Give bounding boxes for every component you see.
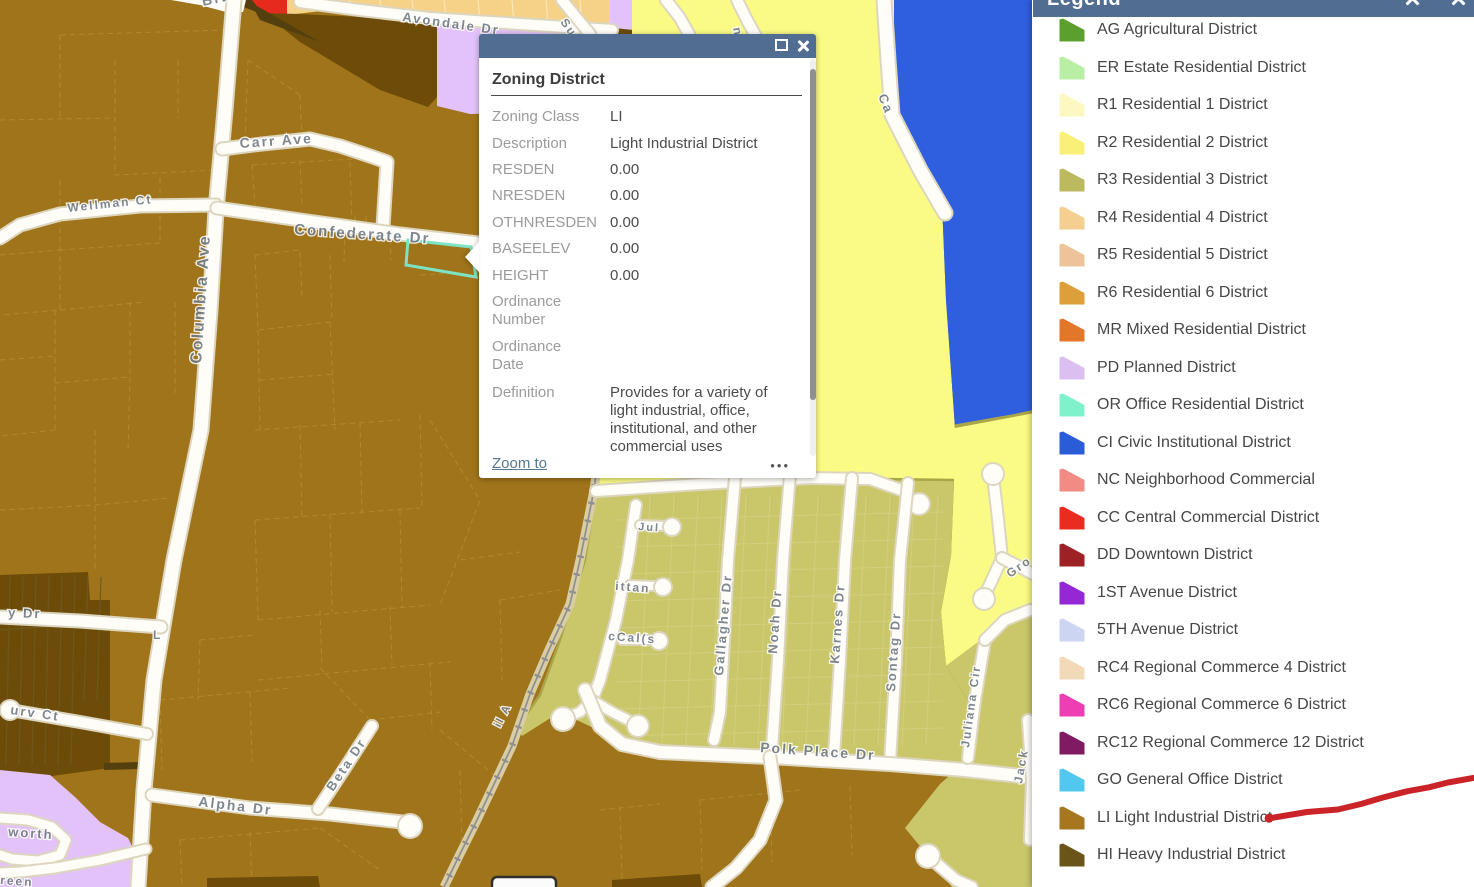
svg-text:y Dr: y Dr [8,605,42,621]
svg-text:L: L [153,628,162,642]
svg-text:ittan: ittan [615,579,651,595]
svg-text:Jul: Jul [638,521,661,534]
svg-text:reen: reen [0,873,34,887]
